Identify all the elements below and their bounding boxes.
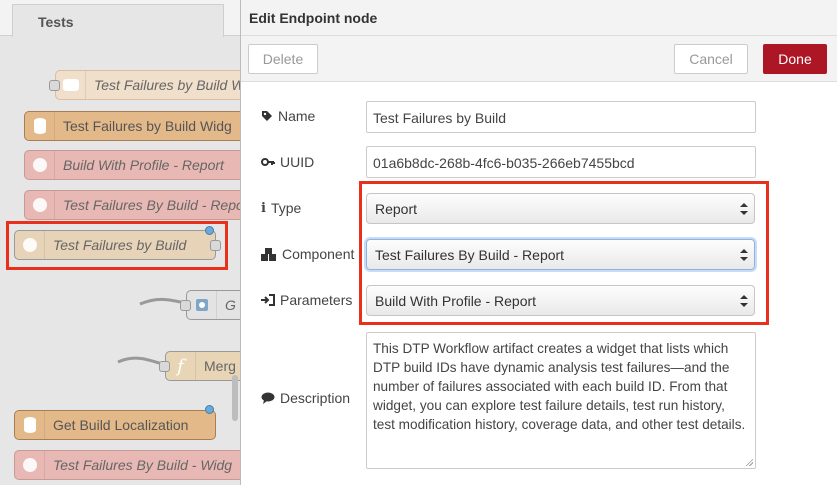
node-label: Test Failures by Build Widg — [63, 118, 232, 134]
description-label: Description — [261, 390, 350, 406]
name-input[interactable]: Test Failures by Build — [366, 101, 756, 133]
selection-highlight — [6, 221, 228, 270]
node-label: Test Failures by Build W — [94, 77, 240, 93]
flow-canvas[interactable]: Tests Test Failures by Build W Test Fail… — [0, 0, 240, 485]
node-gear[interactable]: G — [186, 290, 240, 320]
delete-button[interactable]: Delete — [248, 44, 318, 74]
done-button[interactable]: Done — [763, 44, 827, 74]
node-input-port[interactable] — [49, 80, 60, 91]
component-label: Component — [261, 246, 354, 262]
gear-icon — [187, 291, 217, 319]
uuid-label: UUID — [261, 154, 314, 170]
node-label: Get Build Localization — [53, 417, 189, 433]
annotation-highlight — [359, 181, 769, 325]
node-label: Merg — [204, 358, 236, 374]
node-changed-indicator — [205, 405, 214, 414]
tag-icon — [262, 111, 272, 121]
description-text: This DTP Workflow artifact creates a wid… — [373, 341, 746, 432]
resize-grip-icon[interactable] — [745, 458, 753, 466]
node-failures-by-build-widget[interactable]: Test Failures By Build - Widg — [14, 450, 240, 480]
parameters-label: Parameters — [261, 292, 352, 308]
uuid-label-text: UUID — [280, 154, 315, 170]
type-label-text: Type — [270, 200, 302, 216]
node-build-profile-report[interactable]: Build With Profile - Report — [24, 150, 240, 180]
description-textarea[interactable]: This DTP Workflow artifact creates a wid… — [366, 332, 756, 469]
name-label-text: Name — [278, 108, 316, 124]
globe-icon — [25, 151, 55, 179]
tray-title: Edit Endpoint node — [241, 0, 837, 36]
uuid-input[interactable]: 01a6b8dc-268b-4fc6-b035-266eb7455bcd — [366, 146, 756, 178]
node-input-port[interactable] — [159, 361, 170, 372]
description-label-text: Description — [280, 390, 351, 406]
function-icon: f — [166, 352, 196, 380]
comment-icon — [56, 71, 86, 99]
node-comment[interactable]: Test Failures by Build W — [55, 70, 240, 100]
type-label: i Type — [261, 200, 301, 216]
component-label-text: Component — [282, 246, 355, 262]
canvas-scrollbar[interactable] — [232, 375, 238, 421]
database-icon — [15, 411, 45, 439]
node-merge-function[interactable]: f Merg — [165, 351, 240, 381]
parameters-label-text: Parameters — [280, 292, 353, 308]
node-widget-db[interactable]: Test Failures by Build Widg — [24, 111, 240, 141]
node-get-build-localization[interactable]: Get Build Localization — [14, 410, 216, 440]
sign-in-icon — [261, 294, 275, 306]
tray-toolbar: Delete Cancel Done — [241, 36, 837, 82]
comment-icon — [261, 392, 275, 404]
node-failures-by-build-report[interactable]: Test Failures By Build - Repo — [24, 190, 240, 220]
node-label: Build With Profile - Report — [63, 157, 224, 173]
node-label: Test Failures By Build - Widg — [53, 457, 233, 473]
info-icon: i — [261, 200, 266, 216]
node-input-port[interactable] — [180, 300, 191, 311]
node-label: Test Failures By Build - Repo — [63, 197, 240, 213]
globe-icon — [15, 451, 45, 479]
cancel-button[interactable]: Cancel — [674, 44, 748, 74]
node-label: G — [225, 297, 236, 313]
name-label: Name — [261, 108, 315, 124]
key-icon — [261, 158, 275, 166]
globe-icon — [25, 191, 55, 219]
database-icon — [25, 112, 55, 140]
edit-tray: Edit Endpoint node Delete Cancel Done Na… — [240, 0, 837, 485]
cubes-icon — [261, 247, 276, 261]
